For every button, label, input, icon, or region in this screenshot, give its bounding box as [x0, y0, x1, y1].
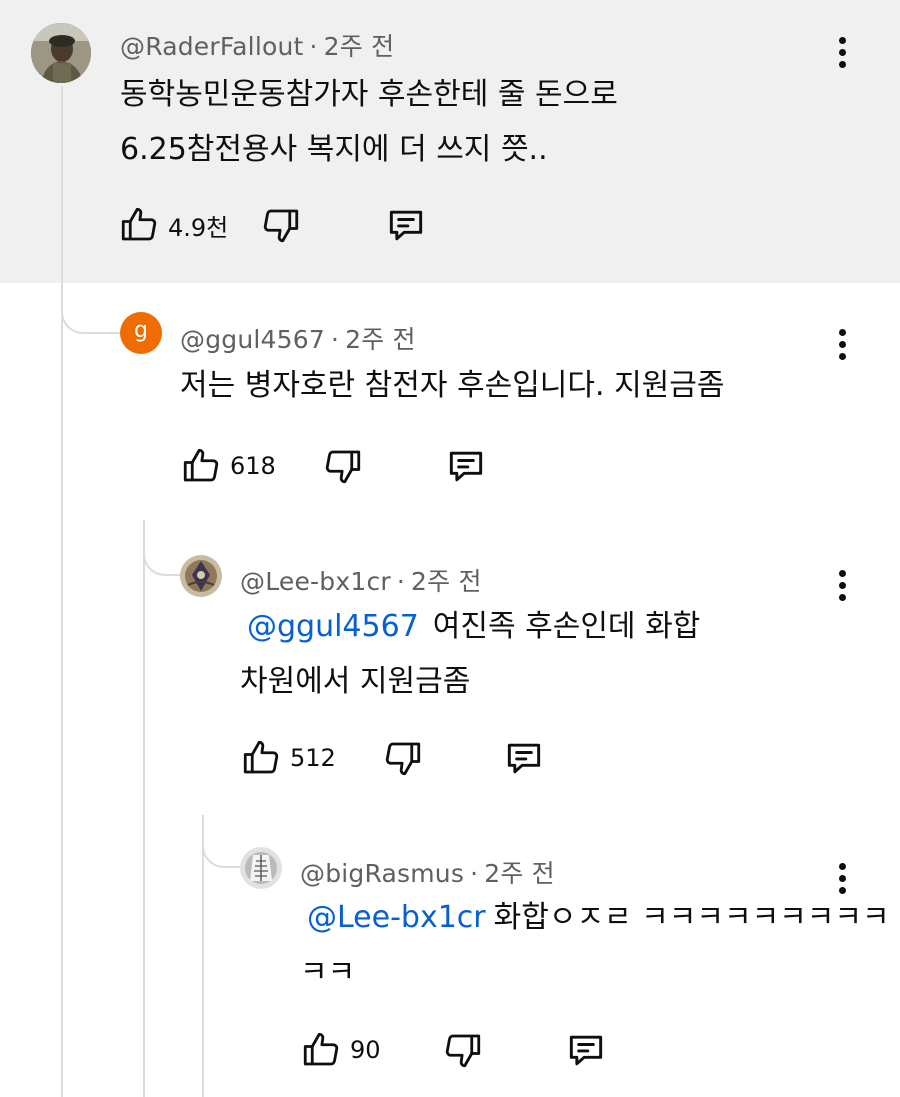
more-vertical-icon-dot — [838, 352, 846, 360]
comment-text-line: 동학농민운동참가자 후손한테 줄 돈으로 — [120, 77, 618, 112]
thumbs-down-icon — [325, 450, 361, 484]
more-vertical-icon-dot — [838, 340, 846, 348]
thumbs-down-icon — [263, 209, 299, 243]
more-vertical-icon-dot — [838, 60, 846, 68]
like-button[interactable]: 4.9천 — [118, 200, 228, 250]
reply-button[interactable] — [502, 733, 546, 783]
comment-text-segment: 여진족 후손인데 화합 — [432, 609, 701, 644]
comment-actions: 4.9천 — [118, 200, 448, 250]
like-button[interactable]: 512 — [240, 733, 336, 783]
more-vertical-icon-dot — [838, 581, 846, 589]
meta-separator: · — [396, 567, 406, 596]
thread-branch-level-1 — [61, 282, 121, 334]
comment-text: @ggul4567 여진족 후손인데 화합 차원에서 지원금좀 — [240, 599, 700, 709]
author-handle[interactable]: @ggul4567 — [180, 325, 325, 354]
comment-text: @Lee-bx1cr 화합ㅇㅈㄹ ㅋㅋㅋㅋㅋㅋㅋㅋㅋ ㅋㅋ — [300, 890, 890, 1000]
like-count: 90 — [350, 1036, 381, 1064]
thumbs-up-icon — [183, 448, 219, 482]
thread-line-level-2 — [143, 520, 145, 1097]
comment-time[interactable]: 2주 전 — [484, 859, 555, 888]
like-count: 4.9천 — [168, 213, 229, 242]
dislike-button[interactable] — [260, 200, 302, 250]
avatar[interactable] — [31, 23, 91, 83]
comment-text-line: 차원에서 지원금좀 — [240, 664, 471, 699]
thumbs-up-icon — [121, 207, 157, 241]
thumbs-down-icon — [385, 742, 421, 776]
more-vertical-icon — [838, 569, 846, 577]
comment-meta: @bigRasmus · 2주 전 — [300, 854, 555, 890]
author-handle[interactable]: @RaderFallout — [120, 32, 304, 61]
comment-meta: @ggul4567 · 2주 전 — [180, 320, 416, 356]
thumbs-up-icon — [303, 1032, 339, 1066]
avatar[interactable] — [240, 847, 282, 889]
comment-actions: 618 — [180, 441, 510, 491]
like-count: 618 — [230, 452, 276, 480]
dislike-button[interactable] — [382, 733, 424, 783]
comment-text-line: 저는 병자호란 참전자 후손입니다. 지원금좀 — [180, 368, 725, 403]
meta-separator: · — [470, 859, 479, 888]
meta-separator: · — [309, 32, 318, 61]
more-vertical-icon — [838, 328, 846, 336]
dislike-button[interactable] — [322, 441, 364, 491]
meta-separator: · — [330, 325, 340, 354]
more-vertical-icon — [838, 862, 846, 870]
thumbs-up-icon — [243, 740, 279, 774]
avatar-letter: g — [134, 318, 148, 343]
comment-text-line: @ggul4567 여진족 후손인데 화합 — [240, 599, 700, 654]
reply-button[interactable] — [444, 441, 488, 491]
more-vertical-icon — [838, 36, 846, 44]
comment-actions: 90 — [300, 1025, 630, 1075]
mention-link[interactable]: @Lee-bx1cr — [307, 900, 486, 935]
more-options-button[interactable] — [827, 30, 857, 74]
comment-text-segment: 화합ㅇㅈㄹ ㅋㅋㅋㅋㅋㅋㅋㅋㅋ — [493, 900, 890, 935]
comment-meta: @Lee-bx1cr · 2주 전 — [240, 562, 482, 598]
more-vertical-icon-dot — [838, 48, 846, 56]
like-button[interactable]: 618 — [180, 441, 276, 491]
dislike-button[interactable] — [442, 1025, 484, 1075]
more-options-button[interactable] — [827, 322, 857, 366]
thumbs-down-icon — [445, 1034, 481, 1068]
comment-time[interactable]: 2주 전 — [345, 325, 416, 354]
reply-comment-icon — [507, 743, 541, 774]
thread-branch-level-3 — [202, 822, 240, 868]
comment-text-line: 6.25참전용사 복지에 더 쓰지 쯧.. — [120, 132, 548, 167]
reply-comment-icon — [449, 451, 483, 482]
like-button[interactable]: 90 — [300, 1025, 381, 1075]
reply-comment-icon — [389, 210, 423, 241]
more-vertical-icon-dot — [838, 593, 846, 601]
comment-text: 저는 병자호란 참전자 후손입니다. 지원금좀 — [180, 358, 724, 413]
more-options-button[interactable] — [827, 563, 857, 607]
reply-comment-icon — [569, 1035, 603, 1066]
comment-raderfallout: @RaderFallout · 2주 전 동학농민운동참가자 후손한테 줄 돈으로 … — [0, 0, 900, 283]
mention-link[interactable]: @ggul4567 — [247, 609, 419, 644]
comment-time[interactable]: 2주 전 — [411, 567, 482, 596]
comment-meta: @RaderFallout · 2주 전 — [120, 27, 394, 63]
like-count: 512 — [290, 744, 336, 772]
thread-branch-level-2 — [143, 530, 181, 576]
comment-text-line: @Lee-bx1cr 화합ㅇㅈㄹ ㅋㅋㅋㅋㅋㅋㅋㅋㅋ — [300, 890, 890, 945]
comment-time[interactable]: 2주 전 — [324, 32, 395, 61]
comment-thread: @RaderFallout · 2주 전 동학농민운동참가자 후손한테 줄 돈으로 … — [0, 0, 900, 1097]
comment-text: 동학농민운동참가자 후손한테 줄 돈으로 6.25참전용사 복지에 더 쓰지 쯧… — [120, 67, 618, 177]
author-handle[interactable]: @Lee-bx1cr — [240, 567, 391, 596]
avatar[interactable]: g — [120, 312, 162, 354]
thread-line-level-3 — [202, 815, 204, 1097]
more-vertical-icon-dot — [838, 874, 846, 882]
comment-text-line: ㅋㅋ — [300, 955, 356, 990]
comment-actions: 512 — [240, 733, 570, 783]
reply-button[interactable] — [384, 200, 428, 250]
reply-button[interactable] — [564, 1025, 608, 1075]
avatar[interactable] — [180, 555, 222, 597]
author-handle[interactable]: @bigRasmus — [300, 859, 464, 888]
